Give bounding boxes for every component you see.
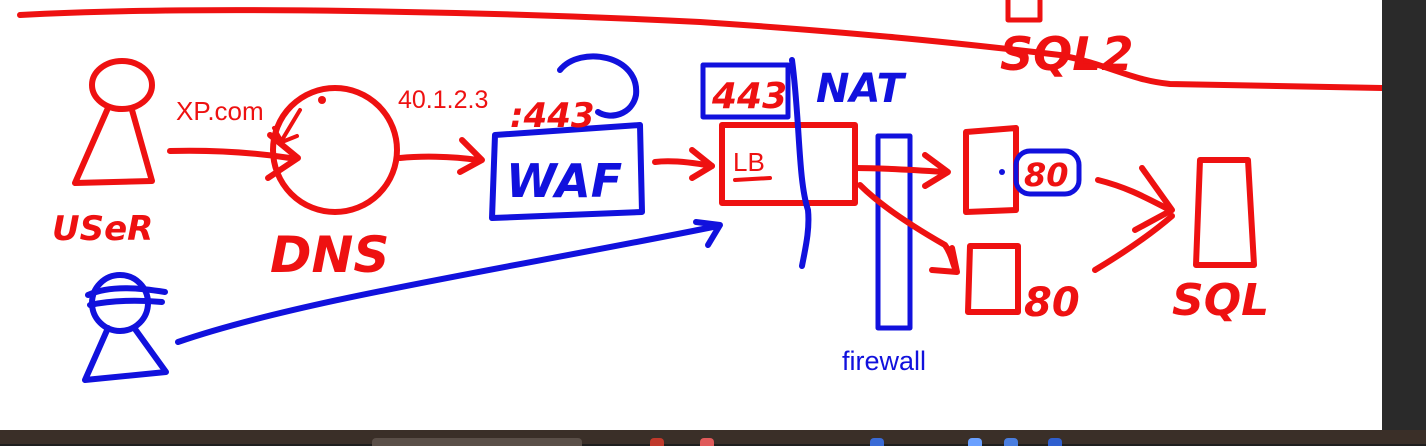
firewall-bar: [875, 133, 913, 331]
sql-server-box: [1193, 157, 1257, 268]
web2-port-label: 80: [1024, 280, 1080, 326]
taskbar-app-icon[interactable]: [1048, 438, 1062, 446]
waf-to-lb-arrow: [652, 147, 715, 181]
whiteboard-canvas: XP.com 40.1.2.3 :443 USeR DNS WAF 443 NA…: [0, 0, 1385, 430]
user-label: USeR: [52, 209, 153, 249]
sql-label: SQL: [1172, 275, 1269, 326]
https-port-label: :443: [510, 96, 595, 136]
ip-label: 40.1.2.3: [398, 86, 488, 114]
taskbar-app-icon[interactable]: [870, 438, 884, 446]
web2-to-sql-arrow: [1092, 213, 1175, 273]
lb-label: LB: [733, 147, 765, 177]
sql2-label: SQL2: [1000, 27, 1134, 81]
taskbar-app-icon[interactable]: [700, 438, 714, 446]
nat-boundary-line: [789, 57, 812, 269]
taskbar-search-pill[interactable]: [372, 438, 582, 446]
web-server-2-box: [965, 243, 1021, 315]
network-diagram: XP.com 40.1.2.3 :443 USeR DNS WAF 443 NA…: [17, 0, 1385, 383]
domain-label: XP.com: [176, 96, 264, 126]
lb-to-web1-arrow: [852, 152, 951, 189]
nat-label: NAT: [816, 66, 907, 112]
web1-port-label: 80: [1024, 156, 1069, 194]
taskbar-app-icon[interactable]: [968, 438, 982, 446]
web-server-1-box: [963, 125, 1019, 215]
waf-label: WAF: [506, 154, 622, 208]
firewall-label: firewall: [842, 346, 926, 376]
dns-label: DNS: [270, 226, 389, 284]
window-edge: [1382, 0, 1426, 430]
attacker-to-lb-arrow: [175, 219, 723, 345]
web1-to-sql-arrow: [1095, 165, 1175, 233]
taskbar: [0, 430, 1426, 446]
nat-port-label: 443: [711, 76, 787, 117]
taskbar-app-icon[interactable]: [650, 438, 664, 446]
user-figure: [72, 58, 155, 186]
sql2-server-box: [1005, 0, 1043, 23]
attacker-figure: [82, 272, 169, 383]
dns-to-waf-arrow: [397, 137, 485, 175]
lb-underline: [733, 176, 772, 182]
taskbar-app-icon[interactable]: [1004, 438, 1018, 446]
